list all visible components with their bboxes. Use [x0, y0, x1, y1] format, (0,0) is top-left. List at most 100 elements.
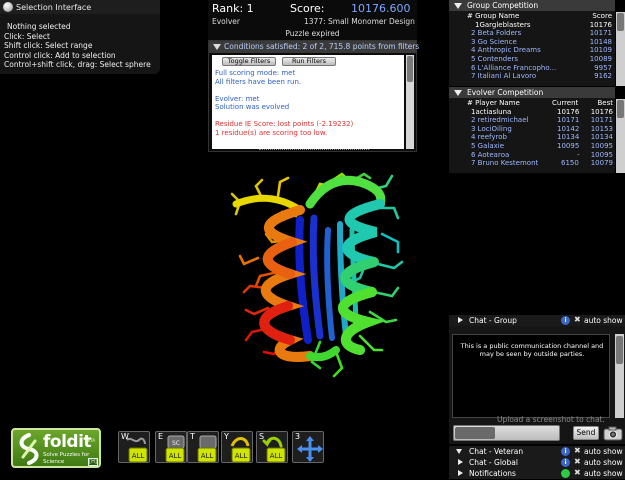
table-row[interactable]: 5 Galaxie 10095 10095 [449, 142, 615, 151]
player-best: 10095 [590, 141, 613, 150]
evolver-competition-scrollbar[interactable] [616, 99, 625, 173]
chat-veteran-label: Chat - Veteran [469, 447, 524, 456]
info-icon[interactable]: i [561, 458, 570, 467]
conditions-header[interactable]: Conditions satisfied: 2 of 2, 715.8 poin… [209, 41, 419, 53]
player-name: 2 retiredmichael [471, 116, 529, 125]
wiggle-all-button[interactable]: ALL W [118, 431, 150, 463]
all-badge: ALL [201, 452, 214, 460]
protein-3d-view[interactable] [200, 160, 440, 390]
send-button[interactable]: Send [573, 426, 599, 440]
score-value: 10176.600 [351, 2, 411, 15]
player-best: 10171 [590, 116, 613, 125]
conditions-scrollbar[interactable] [406, 55, 414, 149]
all-badge: ALL [169, 452, 182, 460]
collapse-arrow-icon[interactable] [456, 449, 462, 454]
mode-text: Evolver [212, 17, 240, 26]
resize-grip[interactable] [259, 149, 369, 151]
group-competition-header[interactable]: Group Competition [449, 0, 615, 11]
table-row[interactable]: 2 retiredmichael 10171 10171 [449, 116, 615, 125]
group-score: 10109 [589, 46, 612, 55]
chat-input-cursor-area [455, 427, 495, 439]
help-button[interactable]: [H] [88, 458, 98, 466]
run-filters-button[interactable]: Run Filters [282, 57, 336, 66]
expand-arrow-icon[interactable] [458, 459, 463, 465]
group-competition-scrollbar[interactable] [616, 12, 625, 86]
chat-notice-line: may be seen by outside parties. [479, 350, 585, 358]
collapse-arrow-icon[interactable] [454, 90, 462, 96]
table-row[interactable]: 6 L'Alliance Francopho... 9957 [449, 64, 615, 73]
expand-arrow-icon[interactable] [458, 470, 463, 476]
selection-title-bar[interactable]: Selection Interface [0, 0, 160, 14]
chat-global-bar[interactable]: Chat - Global i ✖ auto show [449, 457, 625, 468]
wiggle-sidechains-button[interactable]: ALL T [187, 431, 219, 463]
chat-veteran-bar[interactable]: Chat - Veteran i ✖ auto show [449, 446, 625, 457]
info-icon[interactable]: i [561, 447, 570, 456]
evolver-competition-header[interactable]: Evolver Competition [449, 87, 615, 98]
group-name: 4 Anthropic Dreams [471, 46, 541, 55]
selection-help-line: Shift click: Select range [4, 41, 93, 50]
selection-help-line: Click: Select [4, 31, 50, 41]
selection-help-text: Nothing selected Click: Select Shift cli… [4, 22, 159, 70]
hotkey-label: W [121, 432, 129, 441]
info-icon[interactable]: i [561, 316, 570, 325]
condition-line: All filters have been run. [215, 77, 302, 86]
collapse-arrow-icon[interactable] [213, 44, 221, 50]
score-panel: Rank: 1 Score: 10176.600 Evolver 1377: S… [208, 0, 417, 40]
chat-scrollbar[interactable] [615, 334, 624, 418]
close-x-icon[interactable]: ✖ [574, 446, 581, 455]
scrollbar-thumb[interactable] [617, 13, 624, 31]
table-row[interactable]: 5 Contenders 10089 [449, 55, 615, 64]
group-score: 10176 [589, 20, 612, 29]
table-row[interactable]: 2 Beta Folders 10171 [449, 29, 615, 38]
notifications-label: Notifications [469, 469, 516, 478]
shake-sidechains-button[interactable]: SC ALL E [155, 431, 187, 463]
expand-arrow-icon[interactable] [458, 317, 463, 323]
table-row[interactable]: 7 Bruno Kestemont 6150 10079 [449, 159, 615, 168]
group-name: 2 Beta Folders [471, 29, 522, 38]
move-pan-button[interactable]: 3 [292, 431, 324, 463]
foldit-logo[interactable]: foldit BETA Solve Puzzles for Science [H… [11, 428, 101, 468]
table-row[interactable]: 4 reefyrob 10134 10134 [449, 133, 615, 142]
chat-group-bar[interactable]: Chat - Group i ✖ auto show [449, 315, 625, 326]
group-name: 7 Italiani Al Lavoro [471, 72, 537, 81]
scrollbar-thumb[interactable] [617, 100, 624, 118]
hotkey-label: Y [224, 432, 229, 441]
group-name: 3 Go Science [471, 37, 517, 46]
scrollbar-thumb[interactable] [407, 56, 413, 82]
auto-show-label[interactable]: auto show [584, 447, 623, 456]
group-score: 9162 [594, 72, 612, 81]
auto-show-label[interactable]: auto show [584, 469, 623, 478]
table-row[interactable]: 3 LociOiling 10142 10153 [449, 125, 615, 134]
evolver-competition-table: # Player Name Current Best 1actiasluna 1… [449, 99, 615, 168]
conditions-text: Full scoring mode: met All filters have … [215, 69, 403, 137]
close-x-icon[interactable]: ✖ [574, 457, 581, 466]
collapse-arrow-icon[interactable] [454, 3, 462, 9]
all-badge: ALL [235, 452, 248, 460]
hotkey-label: 3 [295, 432, 301, 441]
player-current: 10171 [557, 116, 580, 125]
camera-icon[interactable] [603, 426, 623, 441]
column-header-best: Best [597, 99, 613, 107]
close-x-icon[interactable]: ✖ [574, 468, 581, 477]
table-row[interactable]: 3 Go Science 10148 [449, 38, 615, 47]
auto-show-label[interactable]: auto show [584, 316, 623, 325]
all-badge: ALL [270, 452, 283, 460]
rebuild-all-button[interactable]: ALL Y [221, 431, 253, 463]
undo-all-button[interactable]: ALL S [256, 431, 288, 463]
table-row[interactable]: 6 Aotearoa - 10095 [449, 151, 615, 160]
condition-warning: 1 residue(s) are scoring too low. [215, 128, 328, 137]
scrollbar-thumb[interactable] [616, 336, 623, 364]
column-header-name: # Group Name [467, 12, 520, 20]
table-row[interactable]: 1Gargleblasters 10176 [449, 21, 615, 30]
table-row[interactable]: 7 Italiani Al Lavoro 9162 [449, 72, 615, 81]
toggle-filters-button[interactable]: Toggle Filters [222, 57, 276, 66]
table-row[interactable]: 4 Anthropic Dreams 10109 [449, 46, 615, 55]
auto-show-label[interactable]: auto show [584, 458, 623, 467]
close-x-icon[interactable]: ✖ [574, 315, 581, 324]
player-best: 10153 [590, 124, 613, 133]
player-current: 10134 [557, 133, 580, 142]
puzzle-name: 1377: Small Monomer Design [304, 17, 415, 26]
notifications-bar[interactable]: Notifications ✖ auto show [449, 468, 625, 479]
upload-screenshot-link[interactable]: Upload a screenshot to chat. [497, 415, 605, 424]
table-row[interactable]: 1actiasluna 10176 10176 [449, 108, 615, 117]
